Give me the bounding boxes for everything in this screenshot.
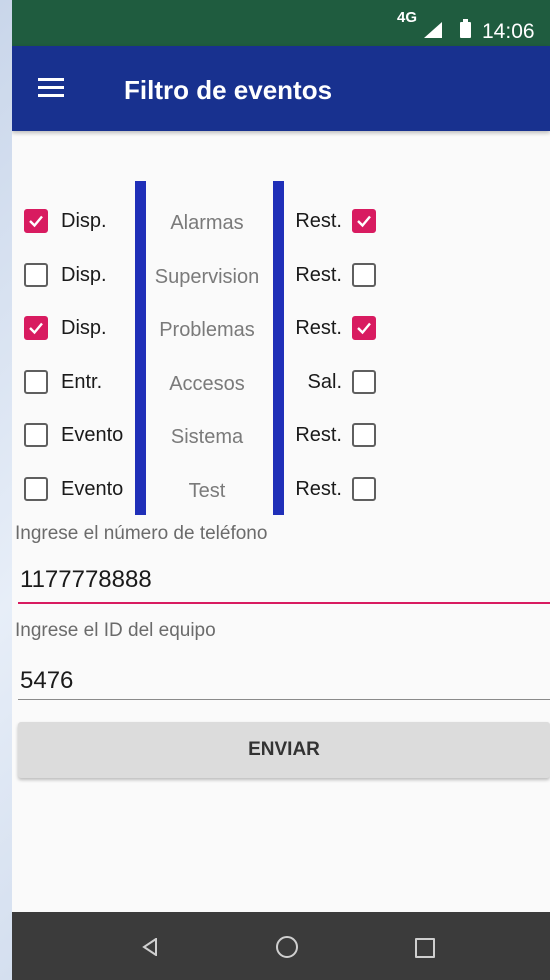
status-time: 14:06 (482, 20, 535, 43)
app-bar: Filtro de eventos (12, 46, 550, 131)
device-input-underline (18, 699, 550, 700)
right-checkbox-label: Rest. (295, 210, 342, 232)
network-indicator: 4G (397, 9, 418, 26)
phone-input[interactable]: 1177778888 (20, 566, 152, 594)
left-checkbox-label: Disp. (61, 317, 107, 339)
left-checkbox-label: Evento (61, 424, 124, 446)
right-checkbox[interactable] (352, 316, 376, 340)
right-checkbox[interactable] (352, 477, 376, 501)
left-checkbox-label: Entr. (61, 371, 103, 393)
left-checkbox[interactable] (24, 423, 48, 447)
right-checkbox[interactable] (352, 370, 376, 394)
left-checkbox[interactable] (24, 477, 48, 501)
battery-icon (460, 19, 471, 38)
filter-category: Accesos (169, 373, 245, 395)
filter-category: Sistema (170, 426, 244, 448)
send-button[interactable]: ENVIAR (18, 722, 550, 778)
device-field-label: Ingrese el ID del equipo (15, 620, 216, 641)
left-checkbox[interactable] (24, 209, 48, 233)
filter-category: Test (188, 480, 226, 502)
phone-screen: 4G 14:06 Filtro de eventos Disp. Alarmas R… (12, 0, 550, 980)
filter-row: Entr. Accesos Sal. (12, 363, 550, 403)
status-bar: 4G 14:06 (12, 0, 550, 46)
right-checkbox-label: Rest. (295, 424, 342, 446)
home-circle-icon[interactable] (276, 936, 298, 958)
page-title: Filtro de eventos (124, 75, 333, 105)
filter-row: Disp. Supervision Rest. (12, 256, 550, 296)
right-checkbox-label: Rest. (295, 264, 342, 286)
left-checkbox-label: Disp. (61, 264, 107, 286)
hamburger-icon[interactable] (38, 78, 64, 98)
left-checkbox-label: Evento (61, 478, 124, 500)
filter-row: Disp. Problemas Rest. (12, 309, 550, 349)
signal-icon (424, 22, 442, 38)
phone-field-label: Ingrese el número de teléfono (15, 523, 268, 544)
phone-input-underline (18, 602, 550, 604)
right-checkbox-label: Rest. (295, 317, 342, 339)
left-checkbox[interactable] (24, 263, 48, 287)
filter-row: Disp. Alarmas Rest. (12, 202, 550, 242)
recents-square-icon[interactable] (415, 938, 435, 958)
right-checkbox[interactable] (352, 209, 376, 233)
device-id-input[interactable]: 5476 (20, 667, 73, 695)
back-triangle-icon[interactable] (142, 938, 158, 956)
filter-category: Problemas (159, 319, 255, 341)
right-checkbox[interactable] (352, 263, 376, 287)
left-checkbox[interactable] (24, 370, 48, 394)
right-checkbox-label: Rest. (295, 478, 342, 500)
navigation-bar (12, 912, 550, 980)
filter-category: Supervision (154, 266, 260, 288)
filter-category: Alarmas (170, 212, 244, 234)
filter-row: Evento Sistema Rest. (12, 416, 550, 456)
right-checkbox[interactable] (352, 423, 376, 447)
right-checkbox-label: Sal. (307, 371, 342, 393)
left-checkbox[interactable] (24, 316, 48, 340)
filter-row: Evento Test Rest. (12, 470, 550, 510)
left-checkbox-label: Disp. (61, 210, 107, 232)
